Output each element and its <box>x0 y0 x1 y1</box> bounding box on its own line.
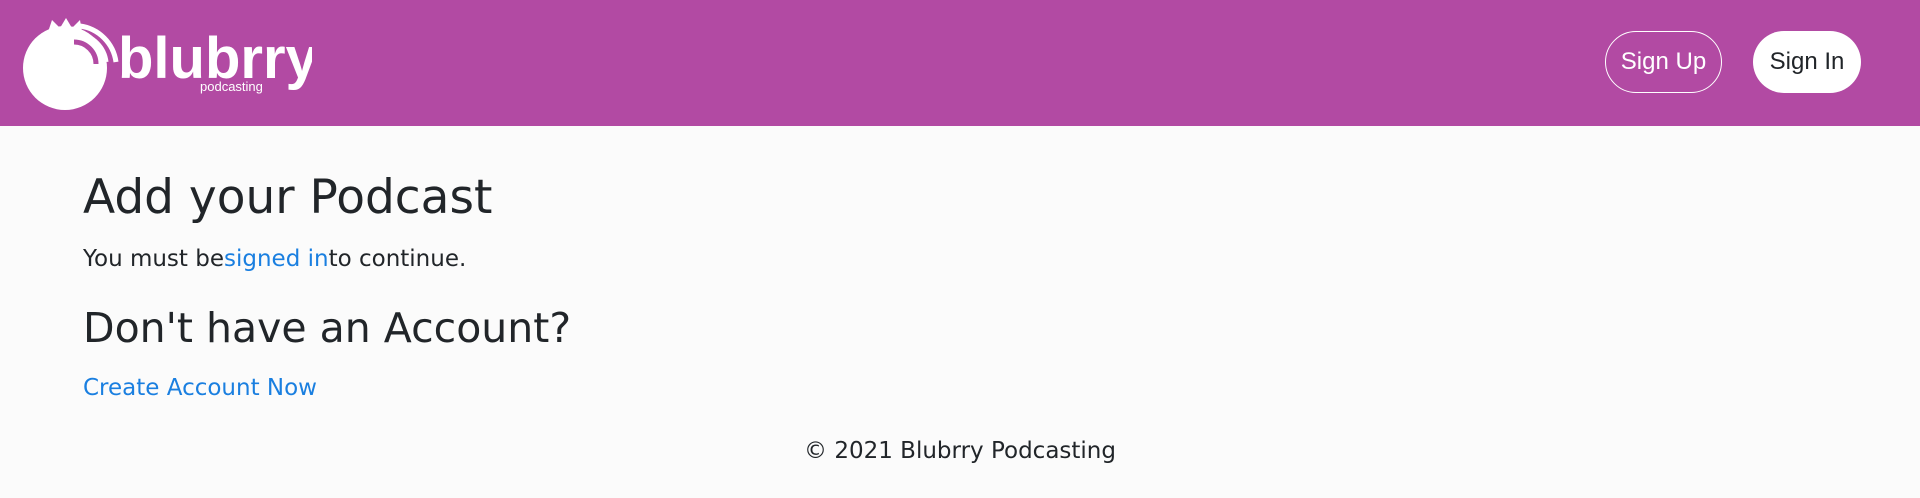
notice-prefix: You must be <box>83 246 224 272</box>
account-subtitle: Don't have an Account? <box>83 304 572 352</box>
notice-suffix: to continue. <box>328 246 467 272</box>
sign-in-notice: You must besigned into continue. <box>83 246 466 272</box>
page-title: Add your Podcast <box>83 170 493 225</box>
top-navbar: blubrry podcasting Sign Up Sign In <box>0 0 1920 126</box>
create-account-link[interactable]: Create Account Now <box>83 375 317 401</box>
brand-tagline: podcasting <box>200 79 263 94</box>
blubrry-logo[interactable]: blubrry podcasting <box>22 16 312 110</box>
blubrry-logo-icon <box>23 18 119 110</box>
sign-up-button[interactable]: Sign Up <box>1605 31 1722 93</box>
sign-in-button[interactable]: Sign In <box>1753 31 1861 93</box>
footer-copyright: © 2021 Blubrry Podcasting <box>804 438 1116 464</box>
signed-in-link[interactable]: signed in <box>224 246 329 272</box>
